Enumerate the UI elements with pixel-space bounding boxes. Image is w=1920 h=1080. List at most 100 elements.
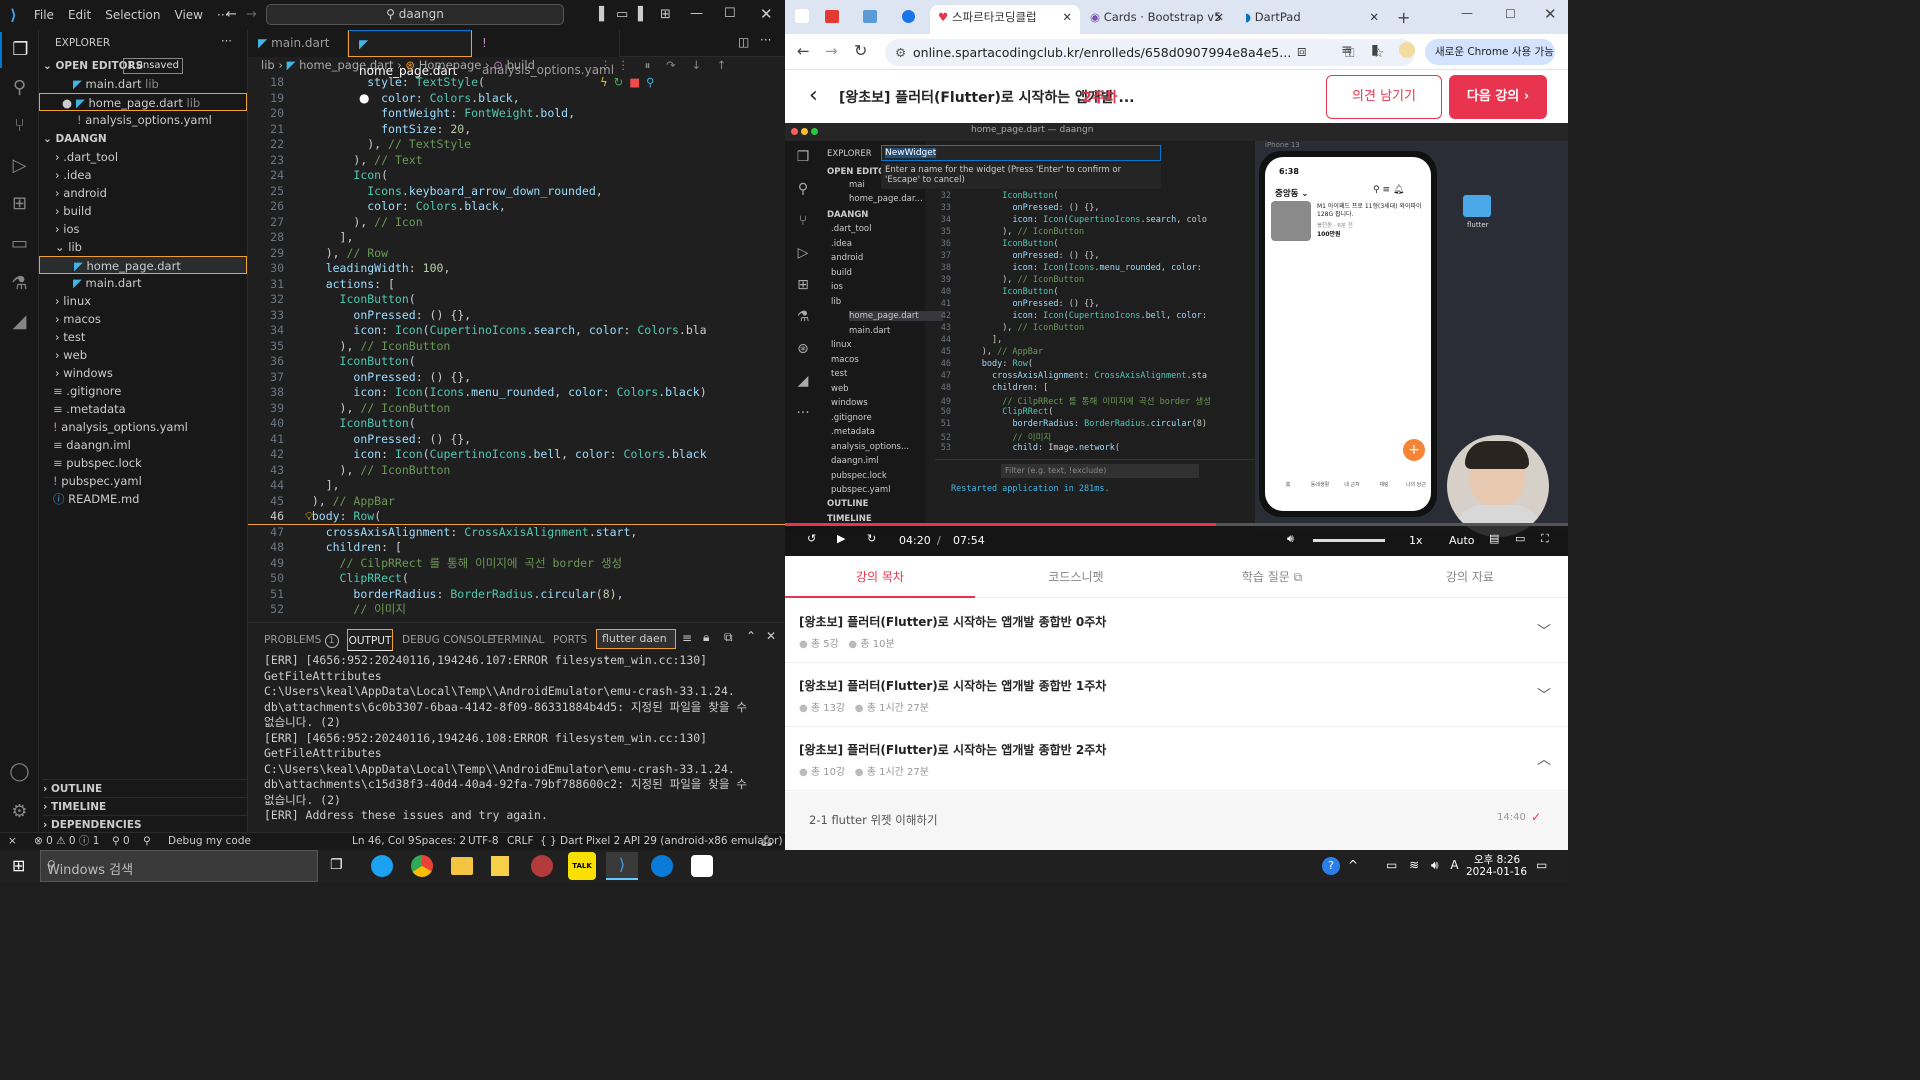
code-line[interactable]: 45 ), // AppBar: [248, 494, 785, 510]
course-section[interactable]: [왕초보] 플러터(Flutter)로 시작하는 앱개발 종합반 0주차 ● 총 …: [785, 599, 1568, 663]
tab-materials[interactable]: 강의 자료: [1375, 556, 1565, 598]
sticky-notes-icon[interactable]: [491, 856, 509, 876]
status-eol[interactable]: CRLF: [507, 833, 534, 850]
task-view-icon[interactable]: ❐: [330, 857, 343, 873]
code-line[interactable]: 49 // CilpRRect 를 통해 이미지에 곡선 border 생성: [248, 556, 785, 572]
more-actions-icon[interactable]: ···: [221, 32, 241, 50]
code-line[interactable]: 21 fontSize: 20,: [248, 122, 785, 138]
panel-tab-debug-console[interactable]: DEBUG CONSOLE: [402, 629, 494, 651]
back-icon[interactable]: ←: [797, 42, 810, 60]
tree-folder[interactable]: › .dart_tool: [39, 148, 247, 166]
extensions-puzzle-icon[interactable]: ⧈: [1297, 42, 1307, 60]
status-ports[interactable]: ⚲ 0: [112, 833, 130, 850]
code-line[interactable]: 50 ClipRRect(: [248, 571, 785, 587]
explorer-icon[interactable]: ❐: [0, 32, 39, 68]
back-chevron-icon[interactable]: ‹: [809, 83, 818, 108]
split-editor-icon[interactable]: ◫: [738, 35, 749, 49]
tree-folder[interactable]: › ios: [39, 220, 247, 238]
speed-button[interactable]: 1x: [1409, 534, 1423, 547]
maximize-panel-icon[interactable]: ⌃: [746, 629, 756, 643]
chrome-maximize-icon[interactable]: ☐: [1505, 7, 1516, 21]
menu-view[interactable]: View: [168, 8, 210, 22]
course-section[interactable]: [왕초보] 플러터(Flutter)로 시작하는 앱개발 종합반 1주차 ● 총 …: [785, 663, 1568, 727]
chevron-down-icon[interactable]: ﹀: [1537, 685, 1551, 705]
address-bar[interactable]: ⚙ online.spartacodingclub.kr/enrolleds/65…: [885, 39, 1415, 66]
timeline-header[interactable]: › TIMELINE: [43, 797, 251, 815]
dependencies-header[interactable]: › DEPENDENCIES: [43, 815, 251, 833]
open-editor-home-page[interactable]: ● ◤ home_page.dart lib: [39, 93, 247, 111]
code-line[interactable]: 20 fontWeight: FontWeight.bold,: [248, 106, 785, 122]
windows-start-icon[interactable]: ⊞: [12, 856, 25, 875]
pinned-tab-circle[interactable]: [902, 10, 915, 23]
help-icon[interactable]: ?: [1322, 857, 1340, 875]
new-tab-icon[interactable]: +: [1397, 8, 1410, 27]
filter-list-icon[interactable]: ≡: [682, 631, 692, 645]
minimize-icon[interactable]: —: [684, 6, 709, 21]
search-icon[interactable]: ⚲: [0, 70, 39, 106]
tree-file[interactable]: ≡ daangn.iml: [39, 436, 247, 454]
fullscreen-icon[interactable]: ⛶: [1541, 532, 1549, 546]
tree-file[interactable]: ◤ main.dart: [39, 274, 247, 292]
breadcrumb-lib[interactable]: lib: [261, 58, 275, 72]
code-line[interactable]: 51 borderRadius: BorderRadius.circular(8…: [248, 587, 785, 603]
code-line[interactable]: 27 ), // Icon: [248, 215, 785, 231]
tree-folder[interactable]: › macos: [39, 310, 247, 328]
command-search-input[interactable]: ⚲ daangn: [266, 4, 564, 25]
next-lesson-button[interactable]: 다음 강의 ›: [1449, 75, 1547, 119]
tree-folder[interactable]: › build: [39, 202, 247, 220]
code-line[interactable]: 26 color: Colors.black,: [248, 199, 785, 215]
status-cursor[interactable]: Ln 46, Col 9: [352, 833, 415, 850]
tree-folder[interactable]: › .idea: [39, 166, 247, 184]
pinned-tab-red[interactable]: [825, 10, 839, 23]
code-line[interactable]: 40 IconButton(: [248, 416, 785, 432]
tab-questions[interactable]: 학습 질문 ⧉: [1177, 556, 1367, 598]
tab-course-index[interactable]: 강의 목차: [785, 556, 975, 598]
run-debug-icon[interactable]: ▷: [0, 148, 39, 184]
code-line[interactable]: 44 ],: [248, 478, 785, 494]
code-line[interactable]: 41 onPressed: () {},: [248, 432, 785, 448]
code-line[interactable]: 35 ), // IconButton: [248, 339, 785, 355]
code-line[interactable]: 30 leadingWidth: 100,: [248, 261, 785, 277]
toggle-secondary-icon[interactable]: ▌: [632, 7, 654, 22]
chevron-down-icon[interactable]: ﹀: [1537, 621, 1551, 641]
status-encoding[interactable]: UTF-8: [468, 833, 499, 850]
outline-header[interactable]: › OUTLINE: [43, 779, 251, 797]
status-device[interactable]: Pixel 2 API 29 (android-x86 emulator): [586, 833, 783, 850]
edge-icon[interactable]: [371, 855, 393, 877]
code-line[interactable]: 24 Icon(: [248, 168, 785, 184]
sidepanel-icon[interactable]: ▮: [1371, 42, 1379, 58]
volume-slider[interactable]: [1313, 539, 1385, 542]
notification-icon[interactable]: ▭: [1536, 858, 1547, 872]
code-line[interactable]: 22 ), // TextStyle: [248, 137, 785, 153]
tree-file[interactable]: ◤ home_page.dart: [39, 256, 247, 274]
file-explorer-icon[interactable]: [451, 857, 473, 875]
app-white-icon[interactable]: [691, 855, 713, 877]
status-spaces[interactable]: Spaces: 2: [415, 833, 466, 850]
tree-folder[interactable]: ⌄ lib: [39, 238, 247, 256]
status-problems[interactable]: ⊗ 0 ⚠ 0 ⓘ 1: [34, 833, 99, 850]
tray-overflow-icon[interactable]: ^: [1348, 858, 1358, 872]
tree-file[interactable]: ! analysis_options.yaml: [39, 418, 247, 436]
chrome-update-button[interactable]: 새로운 Chrome 사용 가능 ⋮: [1425, 39, 1555, 84]
media-icon[interactable]: ≡: [1341, 42, 1353, 58]
status-language[interactable]: { } Dart: [540, 833, 583, 850]
forward-icon[interactable]: →: [825, 42, 838, 60]
breadcrumb-file[interactable]: home_page.dart: [299, 58, 393, 72]
code-line[interactable]: 18 style: TextStyle(: [248, 75, 785, 91]
menu-selection[interactable]: Selection: [98, 8, 167, 22]
pinned-tab-blue[interactable]: [863, 10, 877, 23]
tab-bootstrap[interactable]: ◉ Cards · Bootstrap v5 ✕: [1082, 5, 1232, 34]
panel-tab-output[interactable]: OUTPUT: [347, 629, 393, 651]
quality-button[interactable]: Auto: [1449, 534, 1475, 547]
menu-file[interactable]: File: [27, 8, 61, 22]
settings-gear-icon[interactable]: ⚙: [0, 794, 39, 830]
tree-folder[interactable]: › linux: [39, 292, 247, 310]
tree-folder[interactable]: › test: [39, 328, 247, 346]
forward-arrow-icon[interactable]: →: [240, 7, 263, 22]
remote-icon[interactable]: ⨯: [8, 833, 17, 850]
toggle-panel-icon[interactable]: ▭: [610, 7, 634, 22]
remote-explorer-icon[interactable]: ▭: [0, 226, 39, 262]
code-line[interactable]: 46 body: Row(💡︎: [248, 509, 785, 525]
tab-dartpad[interactable]: ◗ DartPad ✕: [1237, 5, 1387, 34]
code-line[interactable]: 33 onPressed: () {},: [248, 308, 785, 324]
